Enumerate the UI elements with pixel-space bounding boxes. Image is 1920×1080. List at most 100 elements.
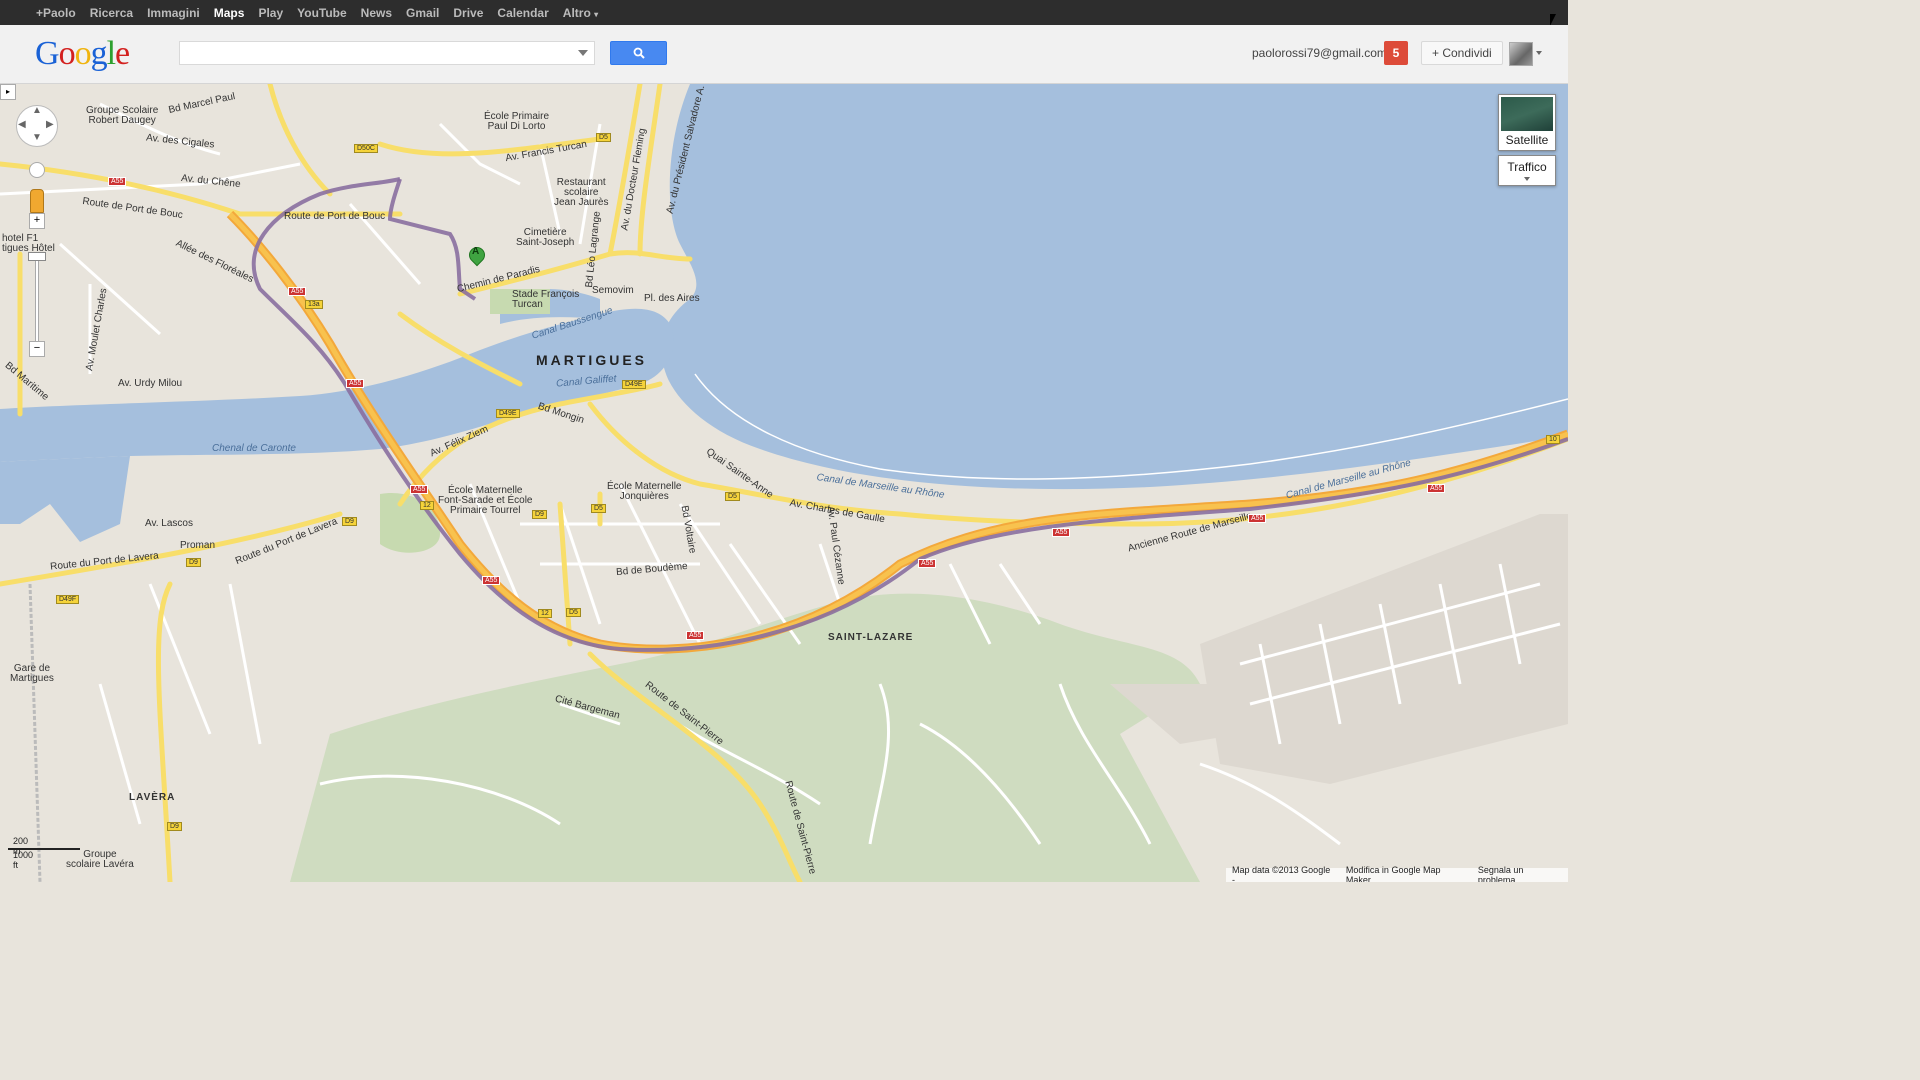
satellite-label: Satellite [1505,133,1549,147]
city-label: MARTIGUES [536,352,647,368]
chevron-down-icon: ▾ [594,9,599,19]
satellite-thumbnail [1501,97,1553,131]
logo-letter: o [74,35,92,72]
traffic-button[interactable]: Traffico [1498,155,1556,186]
search-dropdown-icon[interactable] [578,50,588,56]
road-shield: D9 [532,510,547,519]
zoom-in-button[interactable]: + [29,213,45,229]
road-shield: D9 [186,558,201,567]
nav-drive[interactable]: Drive [453,6,483,20]
nav-plus-paolo[interactable]: +Paolo [36,6,76,20]
road-shield: A55 [108,177,127,186]
district-label: SAINT-LAZARE [828,632,914,643]
road-shield: A55 [1052,528,1071,537]
map-footer: Map data ©2013 Google - Modifica in Goog… [1226,865,1568,882]
poi-label: Cimetière Saint-Joseph [516,227,575,248]
road-shield: D49E [496,409,520,418]
traffic-label: Traffico [1507,160,1547,174]
search-button[interactable] [610,41,667,65]
nav-youtube[interactable]: YouTube [297,6,347,20]
nav-altro-label: Altro [562,5,591,20]
road-shield: A55 [482,576,501,585]
road-shield: D50C [354,144,378,153]
nav-news[interactable]: News [361,6,392,20]
map-canvas[interactable]: MARTIGUES SAINT-LAZARE LAVÈRA Route de P… [0,84,1568,882]
poi-label: Proman [180,540,216,551]
top-nav: +Paolo Ricerca Immagini Maps Play YouTub… [29,0,605,25]
road-shield: 12 [420,501,434,510]
road-shield: D9 [342,517,357,526]
satellite-button[interactable]: Satellite [1498,94,1556,151]
district-label: LAVÈRA [129,792,176,803]
zoom-slider[interactable] [35,256,39,344]
search-icon [633,47,645,59]
google-top-bar: +Paolo Ricerca Immagini Maps Play YouTub… [0,0,1568,26]
road-shield: A55 [1427,484,1446,493]
poi-label: Stade François Turcan [512,289,580,310]
chevron-down-icon [1524,177,1530,181]
logo-letter: e [115,35,130,72]
road-shield: A55 [918,559,937,568]
search-input[interactable] [180,42,582,64]
road-shield: D5 [566,608,581,617]
logo-letter: g [90,35,108,72]
road-shield: A55 [410,485,429,494]
nav-gmail[interactable]: Gmail [406,6,439,20]
nav-maps[interactable]: Maps [214,6,245,20]
road-shield: A55 [686,631,705,640]
logo-letter: G [35,35,60,72]
share-button[interactable]: + Condividi [1421,41,1503,65]
left-panel-toggle[interactable]: ▸ [0,84,16,100]
pan-left-icon[interactable]: ◀ [18,119,26,130]
zoom-out-button[interactable]: − [29,341,45,357]
poi-label: École Maternelle Font-Sarade et École Pr… [438,485,533,516]
road-shield: D5 [596,133,611,142]
notification-badge[interactable]: 5 [1384,41,1408,65]
map-maker-link[interactable]: Modifica in Google Map Maker [1346,865,1466,882]
pan-up-icon[interactable]: ▲ [32,105,42,116]
road-shield: A55 [346,379,365,388]
road-label: Pl. des Aires [644,293,700,304]
pan-right-icon[interactable]: ▶ [46,119,54,130]
report-problem-link[interactable]: Segnala un problema [1478,865,1562,882]
road-shield: A55 [1248,514,1267,523]
road-shield: 13a [305,300,323,309]
road-shield: D49F [56,595,80,604]
road-shield: 10 [1546,435,1560,444]
poi-label: Restaurant scolaire Jean Jaurès [554,177,609,208]
map-data-credit: Map data ©2013 Google - [1232,865,1331,882]
nav-play[interactable]: Play [258,6,283,20]
poi-label: hotel F1 tigues Hôtel [2,233,55,254]
recenter-button[interactable] [29,162,45,178]
logo-letter: l [106,35,117,72]
nav-immagini[interactable]: Immagini [147,6,200,20]
scale-imperial: 1000 ft [13,850,34,870]
google-logo[interactable]: Google [35,35,130,73]
water-label: Chenal de Caronte [212,443,296,454]
nav-ricerca[interactable]: Ricerca [90,6,133,20]
nav-calendar[interactable]: Calendar [497,6,548,20]
poi-label: École Primaire Paul Di Lorto [484,111,550,132]
road-shield: D9 [167,822,182,831]
chevron-down-icon[interactable] [1536,51,1542,55]
zoom-slider-handle[interactable] [28,252,46,261]
road-label: Av. Urdy Milou [118,378,183,389]
pegman-icon[interactable] [30,189,44,213]
road-shield: D49E [622,380,646,389]
search-box [179,41,595,65]
poi-label: Semovim [592,285,634,296]
nav-altro[interactable]: Altro ▾ [563,6,598,20]
avatar[interactable] [1509,42,1533,66]
logo-letter: o [58,35,76,72]
account-email[interactable]: paolorossi79@gmail.com [1252,46,1387,60]
header: Google paolorossi79@gmail.com 5 + Condiv… [0,25,1568,84]
poi-label: Groupe Scolaire Robert Daugey [86,105,159,126]
pan-control[interactable]: ▲ ▼ ◀ ▶ [16,105,58,147]
road-shield: D5 [725,492,740,501]
poi-label: Gare de Martigues [10,663,54,684]
marker-label: A [472,246,480,257]
road-label: Av. Lascos [145,518,193,529]
pan-down-icon[interactable]: ▼ [32,132,42,143]
poi-label: École Maternelle Jonquières [607,481,682,502]
road-shield: D5 [591,504,606,513]
